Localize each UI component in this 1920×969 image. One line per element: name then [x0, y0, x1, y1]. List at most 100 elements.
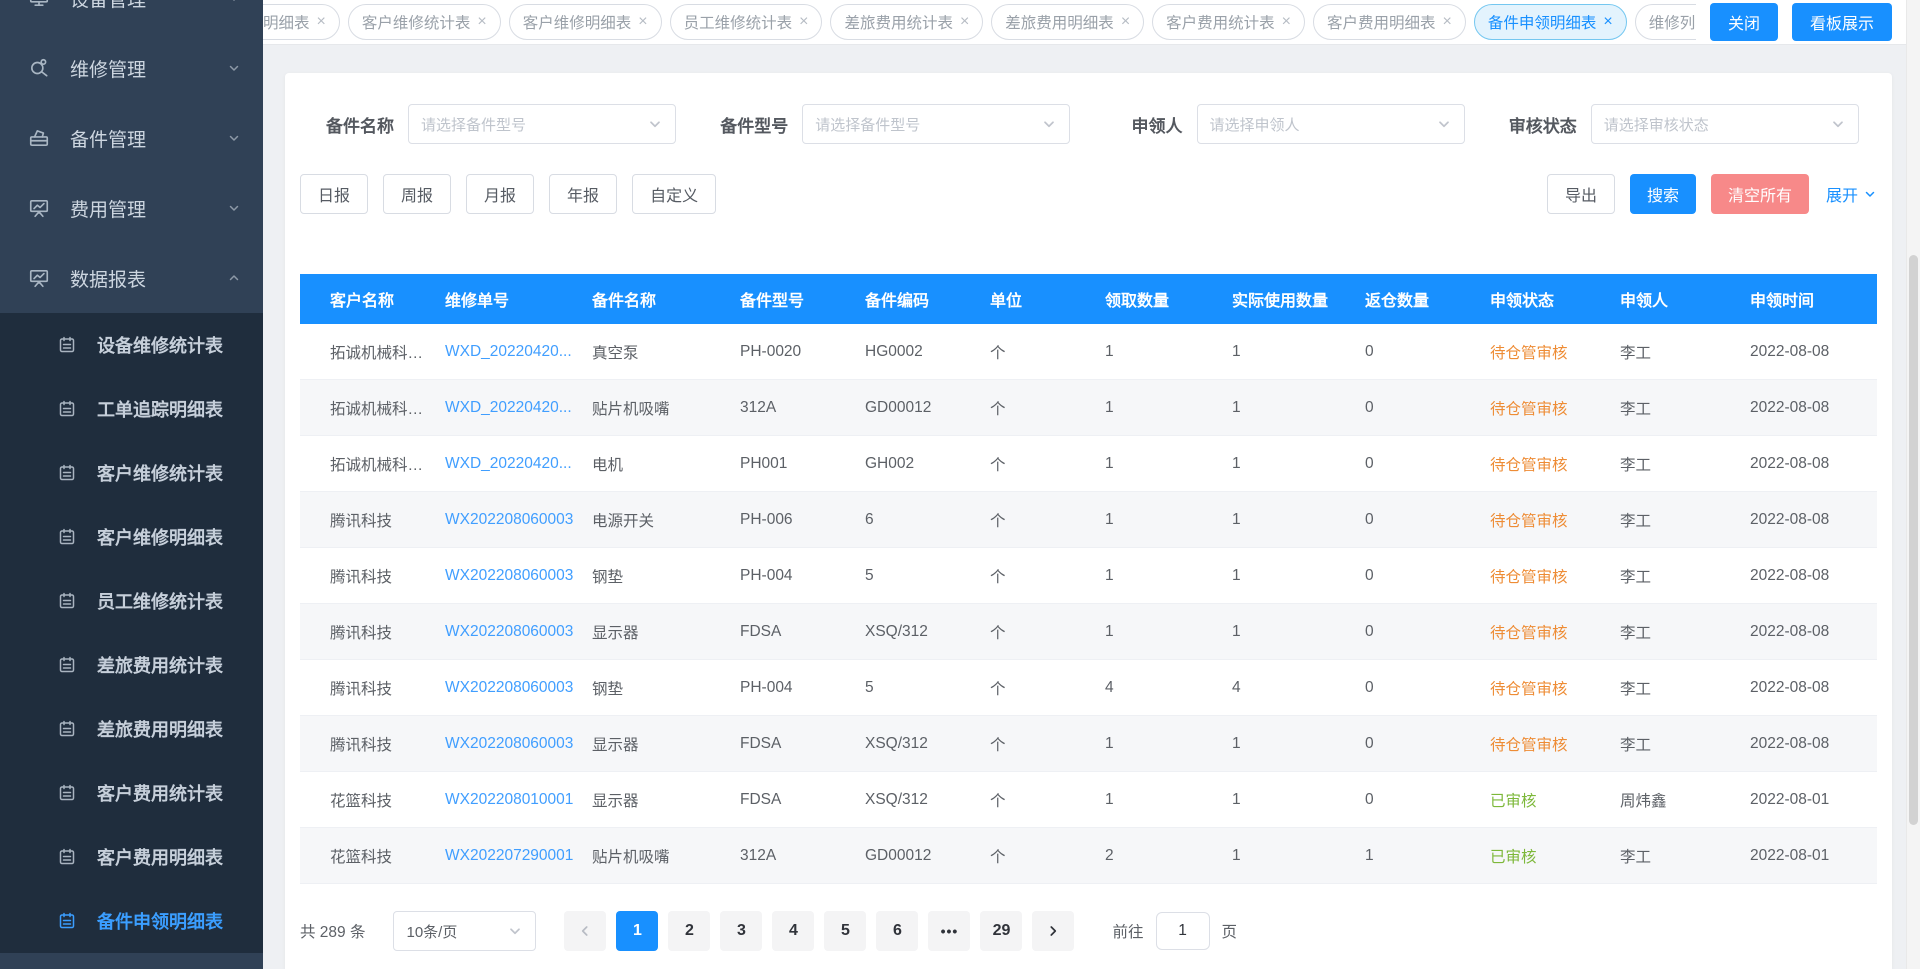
close-icon[interactable]: × — [960, 14, 969, 30]
tab-item[interactable]: 维修列表× — [1635, 4, 1696, 40]
close-icon[interactable]: × — [477, 14, 486, 30]
next-page-button[interactable] — [1032, 911, 1074, 951]
prev-page-button[interactable] — [564, 911, 606, 951]
sidebar-subitem[interactable]: 客户维修统计表 — [0, 441, 263, 505]
cell-status: 已审核 — [1490, 789, 1620, 811]
sidebar-subitem[interactable]: 设备维修统计表 — [0, 313, 263, 377]
scrollbar-thumb[interactable] — [1909, 255, 1918, 825]
filter-select[interactable]: 请选择审核状态 — [1591, 104, 1859, 144]
cell-order-link[interactable]: WX202208060003 — [445, 679, 592, 697]
cell-customer: 花篮科技 — [300, 845, 445, 867]
sidebar-subitem[interactable]: 差旅费用统计表 — [0, 633, 263, 697]
filter-select[interactable]: 请选择申领人 — [1197, 104, 1465, 144]
page-button[interactable]: 3 — [720, 911, 762, 951]
table-row: 腾讯科技WX202208060003钢垫PH-0045个440待仓管审核李工20… — [300, 660, 1877, 716]
period-button[interactable]: 年报 — [549, 174, 617, 214]
sidebar-item-settings[interactable]: 系统设置 — [0, 953, 263, 969]
filter-select[interactable]: 请选择备件型号 — [408, 104, 676, 144]
goto-page-input[interactable] — [1156, 912, 1210, 950]
close-icon[interactable]: × — [1121, 14, 1130, 30]
tab-item[interactable]: 工单追踪明细表× — [263, 4, 340, 40]
page-button[interactable]: 2 — [668, 911, 710, 951]
page-button[interactable]: 1 — [616, 911, 658, 951]
tab-item[interactable]: 差旅费用明细表× — [991, 4, 1144, 40]
close-button[interactable]: 关闭 — [1710, 3, 1778, 41]
scrollbar[interactable] — [1906, 0, 1920, 969]
sidebar-subitem[interactable]: 客户费用明细表 — [0, 825, 263, 889]
cell-order-link[interactable]: WX202208010001 — [445, 791, 592, 809]
cell-order-link[interactable]: WX202208060003 — [445, 623, 592, 641]
close-icon[interactable]: × — [1603, 14, 1612, 30]
notebook-icon — [57, 719, 77, 739]
tab-item[interactable]: 客户维修明细表 × — [509, 4, 662, 40]
content-card: 备件名称请选择备件型号备件型号请选择备件型号申领人请选择申领人审核状态请选择审核… — [285, 73, 1892, 969]
tab-item[interactable]: 客户费用明细表× — [1313, 4, 1466, 40]
chevron-up-icon — [227, 271, 241, 285]
tab-item[interactable]: 员工维修统计表 × — [670, 4, 823, 40]
close-icon[interactable]: × — [799, 14, 808, 30]
cell-used-qty: 1 — [1232, 399, 1365, 417]
notebook-icon — [57, 655, 77, 675]
sidebar-item-1[interactable]: 设备管理 — [0, 0, 263, 33]
table-row: 腾讯科技WX202208060003显示器FDSAXSQ/312个110待仓管审… — [300, 604, 1877, 660]
cell-order-link[interactable]: WX202208060003 — [445, 511, 592, 529]
cell-unit: 个 — [990, 789, 1105, 811]
tab-label: 员工维修统计表 — [684, 11, 793, 33]
clear-all-button[interactable]: 清空所有 — [1711, 174, 1809, 214]
sidebar-item-3[interactable]: 备件管理 — [0, 103, 263, 173]
cell-order-link[interactable]: WXD_20220420... — [445, 343, 592, 361]
sidebar-subitem[interactable]: 差旅费用明细表 — [0, 697, 263, 761]
sidebar-subitem[interactable]: 员工维修统计表 — [0, 569, 263, 633]
cell-part-name: 显示器 — [592, 621, 740, 643]
page-size-select[interactable]: 10条/页 — [393, 911, 536, 951]
tab-label: 客户费用统计表 — [1166, 11, 1275, 33]
tab-item[interactable]: 客户维修统计表× — [348, 4, 501, 40]
sidebar-subitem[interactable]: 工单追踪明细表 — [0, 377, 263, 441]
close-icon[interactable]: × — [638, 14, 647, 30]
cell-returned-qty: 0 — [1365, 623, 1490, 641]
page-button[interactable]: 4 — [772, 911, 814, 951]
period-button[interactable]: 自定义 — [632, 174, 716, 214]
cell-order-link[interactable]: WXD_20220420... — [445, 455, 592, 473]
cell-order-link[interactable]: WX202208060003 — [445, 735, 592, 753]
expand-toggle[interactable]: 展开 — [1826, 182, 1877, 206]
tab-label: 客户维修明细表 — [523, 11, 632, 33]
cell-model: FDSA — [740, 623, 865, 641]
page-button[interactable]: 6 — [876, 911, 918, 951]
cell-order-link[interactable]: WX202207290001 — [445, 847, 592, 865]
cell-date: 2022-08-08 — [1750, 455, 1877, 473]
tab-item[interactable]: 客户费用统计表 × — [1152, 4, 1305, 40]
chevron-down-icon — [227, 201, 241, 215]
sidebar-subitem[interactable]: 备件申领明细表 — [0, 889, 263, 953]
sidebar-subitem[interactable]: 客户维修明细表 — [0, 505, 263, 569]
tab-item[interactable]: 备件申领明细表× — [1474, 4, 1627, 40]
close-icon[interactable]: × — [1443, 14, 1452, 30]
period-button[interactable]: 日报 — [300, 174, 368, 214]
sidebar-item-4[interactable]: 费用管理 — [0, 173, 263, 243]
notebook-icon — [57, 527, 77, 547]
tab-item[interactable]: 差旅费用统计表× — [830, 4, 983, 40]
notebook-icon — [57, 847, 77, 867]
search-button[interactable]: 搜索 — [1630, 174, 1696, 214]
cell-used-qty: 1 — [1232, 623, 1365, 641]
sidebar-item-label: 费用管理 — [70, 195, 227, 222]
cell-unit: 个 — [990, 621, 1105, 643]
page-button[interactable]: 29 — [980, 911, 1022, 951]
page-button[interactable]: 5 — [824, 911, 866, 951]
sidebar-subitem[interactable]: 客户费用统计表 — [0, 761, 263, 825]
period-button[interactable]: 月报 — [466, 174, 534, 214]
cell-order-link[interactable]: WX202208060003 — [445, 567, 592, 585]
close-icon[interactable]: × — [1282, 14, 1291, 30]
period-button[interactable]: 周报 — [383, 174, 451, 214]
board-display-button[interactable]: 看板展示 — [1792, 3, 1892, 41]
table-row: 腾讯科技WX202208060003钢垫PH-0045个110待仓管审核李工20… — [300, 548, 1877, 604]
export-button[interactable]: 导出 — [1547, 174, 1615, 214]
sidebar-item-5[interactable]: 数据报表 — [0, 243, 263, 313]
sidebar-item-2[interactable]: 维修管理 — [0, 33, 263, 103]
page-ellipsis[interactable]: ••• — [928, 911, 970, 951]
monitor-icon — [28, 0, 50, 9]
cell-order-link[interactable]: WXD_20220420... — [445, 399, 592, 417]
close-icon[interactable]: × — [317, 14, 326, 30]
filter-select[interactable]: 请选择备件型号 — [802, 104, 1070, 144]
table-row: 拓诚机械科技（...WXD_20220420...电机PH001GH002个11… — [300, 436, 1877, 492]
